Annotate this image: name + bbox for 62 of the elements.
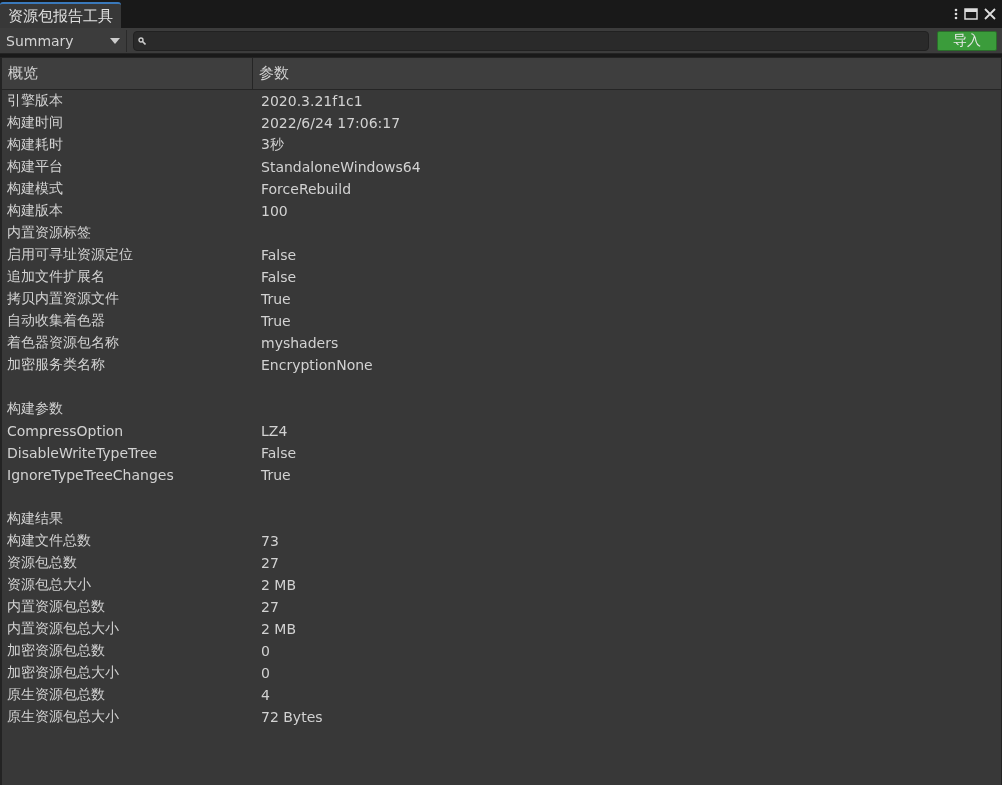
- table-cell-text: 4: [260, 687, 270, 703]
- table-cell-text: 2020.3.21f1c1: [260, 93, 363, 109]
- table-cell-text: 构建时间: [6, 114, 64, 132]
- view-dropdown[interactable]: Summary: [0, 29, 127, 52]
- table-cell-text: 加密资源包总大小: [6, 664, 120, 682]
- table-cell-text: 加密服务类名称: [6, 356, 106, 374]
- table-cell-text: 构建模式: [6, 180, 64, 198]
- more-options-icon[interactable]: [954, 8, 958, 20]
- search-field[interactable]: [133, 30, 929, 51]
- table-cell-text: 资源包总大小: [6, 576, 92, 594]
- table-cell-text: 27: [260, 555, 279, 571]
- table-cell-text: StandaloneWindows64: [260, 159, 421, 175]
- table-cell-text: False: [260, 445, 297, 461]
- table-cell-text: EncryptionNone: [260, 357, 373, 373]
- table-cell-text: 追加文件扩展名: [6, 268, 106, 286]
- table-cell-text: True: [260, 291, 291, 307]
- table-cell-text: 着色器资源包名称: [6, 334, 120, 352]
- column-header[interactable]: 参数: [253, 58, 289, 89]
- table-cell-text: 100: [260, 203, 288, 219]
- table-cell-text: 72 Bytes: [260, 709, 323, 725]
- table-cell-text: 73: [260, 533, 279, 549]
- table-cell-text: DisableWriteTypeTree: [6, 445, 159, 461]
- table-cell-text: True: [260, 467, 291, 483]
- dropdown-arrow-icon: [110, 37, 120, 44]
- table-cell-text: 构建耗时: [6, 136, 64, 154]
- table-cell-text: LZ4: [260, 423, 288, 439]
- table-cell-text: 内置资源包总数: [6, 598, 106, 616]
- table-cell-text: 0: [260, 665, 270, 681]
- table-cell-text: 加密资源包总数: [6, 642, 106, 660]
- table-cell-text: 构建版本: [6, 202, 64, 220]
- table-cell-text: False: [260, 269, 297, 285]
- dropdown-value: Summary: [6, 32, 74, 49]
- table-cell-text: 引擎版本: [6, 92, 64, 110]
- section-heading: 构建结果: [6, 510, 64, 528]
- table-cell-text: 0: [260, 643, 270, 659]
- table-cell-text: 2022/6/24 17:06:17: [260, 115, 401, 131]
- table-cell-text: 构建文件总数: [6, 532, 92, 550]
- table-cell-text: 内置资源标签: [6, 224, 92, 242]
- window-tab[interactable]: 资源包报告工具: [0, 2, 121, 28]
- table-cell-text: 2 MB: [260, 577, 297, 593]
- table-cell-text: 资源包总数: [6, 554, 78, 572]
- search-icon: [138, 36, 146, 45]
- section-heading: 构建参数: [6, 400, 64, 418]
- table-cell-text: CompressOption: [6, 423, 125, 439]
- table-cell-text: 拷贝内置资源文件: [6, 290, 120, 308]
- table-cell-text: False: [260, 247, 297, 263]
- table-cell-text: 自动收集着色器: [6, 312, 106, 330]
- table-cell-text: IgnoreTypeTreeChanges: [6, 467, 175, 483]
- table-cell-text: ForceRebuild: [260, 181, 351, 197]
- table-cell-text: 2 MB: [260, 621, 297, 637]
- column-header[interactable]: 概览: [2, 58, 253, 89]
- table-cell-text: 原生资源包总数: [6, 686, 106, 704]
- table-cell-text: 构建平台: [6, 158, 64, 176]
- table-cell-text: 27: [260, 599, 279, 615]
- table-cell-text: myshaders: [260, 335, 339, 351]
- table-cell-text: 启用可寻址资源定位: [6, 246, 134, 264]
- table-cell-text: 原生资源包总大小: [6, 708, 120, 726]
- table-cell-text: True: [260, 313, 291, 329]
- maximize-icon[interactable]: [964, 8, 978, 20]
- table-cell-text: 3秒: [260, 136, 284, 154]
- table-cell-text: 内置资源包总大小: [6, 620, 120, 638]
- close-icon[interactable]: [984, 8, 996, 20]
